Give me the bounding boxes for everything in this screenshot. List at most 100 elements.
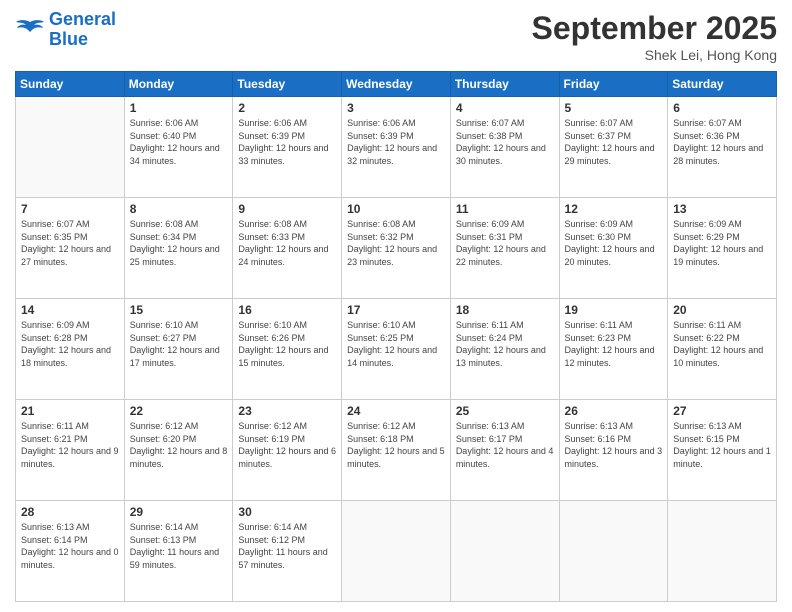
calendar-cell [559,501,668,602]
day-number: 24 [347,404,445,418]
sunrise-text: Sunrise: 6:13 AM [21,521,119,534]
daylight-text: Daylight: 12 hours and 28 minutes. [673,142,771,167]
header-thursday: Thursday [450,72,559,97]
header-wednesday: Wednesday [342,72,451,97]
sunrise-text: Sunrise: 6:09 AM [673,218,771,231]
sunset-text: Sunset: 6:37 PM [565,130,663,143]
day-info: Sunrise: 6:09 AMSunset: 6:29 PMDaylight:… [673,218,771,268]
calendar-cell: 18 Sunrise: 6:11 AMSunset: 6:24 PMDayligh… [450,299,559,400]
daylight-text: Daylight: 12 hours and 17 minutes. [130,344,228,369]
calendar-cell: 27Sunrise: 6:13 AMSunset: 6:15 PMDayligh… [668,400,777,501]
sunrise-text: Sunrise: 6:12 AM [347,420,445,433]
day-info: Sunrise: 6:06 AMSunset: 6:39 PMDaylight:… [347,117,445,167]
sunrise-text: Sunrise: 6:12 AM [238,420,336,433]
day-number: 2 [238,101,336,115]
sunset-text: Sunset: 6:39 PM [238,130,336,143]
day-info: Sunrise: 6:10 AMSunset: 6:26 PMDaylight:… [238,319,336,369]
sunrise-text: Sunrise: 6:10 AM [130,319,228,332]
sunset-text: Sunset: 6:36 PM [673,130,771,143]
sunset-text: Sunset: 6:33 PM [238,231,336,244]
sunset-text: Sunset: 6:16 PM [565,433,663,446]
calendar-cell: 19Sunrise: 6:11 AMSunset: 6:23 PMDayligh… [559,299,668,400]
daylight-text: Daylight: 12 hours and 10 minutes. [673,344,771,369]
sunset-text: Sunset: 6:13 PM [130,534,228,547]
day-number: 9 [238,202,336,216]
sunset-text: Sunset: 6:38 PM [456,130,554,143]
sunrise-text: Sunrise: 6:11 AM [456,319,554,332]
sunset-text: Sunset: 6:20 PM [130,433,228,446]
sunset-text: Sunset: 6:15 PM [673,433,771,446]
day-number: 4 [456,101,554,115]
calendar-week-3: 21Sunrise: 6:11 AMSunset: 6:21 PMDayligh… [16,400,777,501]
daylight-text: Daylight: 12 hours and 33 minutes. [238,142,336,167]
day-info: Sunrise: 6:07 AMSunset: 6:35 PMDaylight:… [21,218,119,268]
daylight-text: Daylight: 12 hours and 29 minutes. [565,142,663,167]
day-info: Sunrise: 6:12 AMSunset: 6:20 PMDaylight:… [130,420,228,470]
calendar-cell: 20Sunrise: 6:11 AMSunset: 6:22 PMDayligh… [668,299,777,400]
calendar-cell: 12Sunrise: 6:09 AMSunset: 6:30 PMDayligh… [559,198,668,299]
day-info: Sunrise: 6:07 AMSunset: 6:38 PMDaylight:… [456,117,554,167]
sunrise-text: Sunrise: 6:07 AM [565,117,663,130]
sunset-text: Sunset: 6:19 PM [238,433,336,446]
calendar-cell [450,501,559,602]
calendar-cell [16,97,125,198]
sunrise-text: Sunrise: 6:12 AM [130,420,228,433]
day-number: 23 [238,404,336,418]
sunrise-text: Sunrise: 6:11 AM [565,319,663,332]
location: Shek Lei, Hong Kong [532,47,777,63]
sunrise-text: Sunrise: 6:06 AM [130,117,228,130]
day-info: Sunrise: 6:12 AMSunset: 6:18 PMDaylight:… [347,420,445,470]
daylight-text: Daylight: 12 hours and 30 minutes. [456,142,554,167]
sunrise-text: Sunrise: 6:07 AM [21,218,119,231]
calendar-cell: 24 Sunrise: 6:12 AMSunset: 6:18 PMDayligh… [342,400,451,501]
sunrise-text: Sunrise: 6:07 AM [673,117,771,130]
sunset-text: Sunset: 6:21 PM [21,433,119,446]
day-info: Sunrise: 6:13 AMSunset: 6:16 PMDaylight:… [565,420,663,470]
sunrise-text: Sunrise: 6:14 AM [130,521,228,534]
calendar-cell: 6Sunrise: 6:07 AMSunset: 6:36 PMDaylight… [668,97,777,198]
sunset-text: Sunset: 6:24 PM [456,332,554,345]
sunset-text: Sunset: 6:29 PM [673,231,771,244]
sunset-text: Sunset: 6:27 PM [130,332,228,345]
daylight-text: Daylight: 12 hours and 23 minutes. [347,243,445,268]
daylight-text: Daylight: 12 hours and 25 minutes. [130,243,228,268]
day-number: 28 [21,505,119,519]
day-info: Sunrise: 6:07 AMSunset: 6:36 PMDaylight:… [673,117,771,167]
calendar-cell: 4 Sunrise: 6:07 AMSunset: 6:38 PMDaylight… [450,97,559,198]
sunset-text: Sunset: 6:30 PM [565,231,663,244]
calendar-week-0: 1Sunrise: 6:06 AMSunset: 6:40 PMDaylight… [16,97,777,198]
daylight-text: Daylight: 12 hours and 22 minutes. [456,243,554,268]
calendar-week-2: 14Sunrise: 6:09 AMSunset: 6:28 PMDayligh… [16,299,777,400]
month-title: September 2025 [532,10,777,47]
calendar-cell: 22 Sunrise: 6:12 AMSunset: 6:20 PMDayligh… [124,400,233,501]
daylight-text: Daylight: 12 hours and 13 minutes. [456,344,554,369]
sunrise-text: Sunrise: 6:09 AM [456,218,554,231]
day-info: Sunrise: 6:13 AMSunset: 6:17 PMDaylight:… [456,420,554,470]
day-number: 22 [130,404,228,418]
day-number: 20 [673,303,771,317]
daylight-text: Daylight: 11 hours and 59 minutes. [130,546,228,571]
calendar-cell: 11Sunrise: 6:09 AMSunset: 6:31 PMDayligh… [450,198,559,299]
calendar-cell: 25Sunrise: 6:13 AMSunset: 6:17 PMDayligh… [450,400,559,501]
weekday-header-row: Sunday Monday Tuesday Wednesday Thursday… [16,72,777,97]
sunset-text: Sunset: 6:35 PM [21,231,119,244]
title-block: September 2025 Shek Lei, Hong Kong [532,10,777,63]
header-saturday: Saturday [668,72,777,97]
daylight-text: Daylight: 12 hours and 8 minutes. [130,445,228,470]
calendar-cell: 26 Sunrise: 6:13 AMSunset: 6:16 PMDayligh… [559,400,668,501]
sunset-text: Sunset: 6:17 PM [456,433,554,446]
calendar-cell: 21Sunrise: 6:11 AMSunset: 6:21 PMDayligh… [16,400,125,501]
day-number: 14 [21,303,119,317]
day-info: Sunrise: 6:13 AMSunset: 6:15 PMDaylight:… [673,420,771,470]
calendar-cell: 16Sunrise: 6:10 AMSunset: 6:26 PMDayligh… [233,299,342,400]
day-info: Sunrise: 6:11 AMSunset: 6:21 PMDaylight:… [21,420,119,470]
sunset-text: Sunset: 6:23 PM [565,332,663,345]
daylight-text: Daylight: 12 hours and 14 minutes. [347,344,445,369]
calendar-cell: 7Sunrise: 6:07 AMSunset: 6:35 PMDaylight… [16,198,125,299]
daylight-text: Daylight: 12 hours and 27 minutes. [21,243,119,268]
day-number: 26 [565,404,663,418]
calendar-cell [668,501,777,602]
day-info: Sunrise: 6:10 AMSunset: 6:27 PMDaylight:… [130,319,228,369]
day-number: 18 [456,303,554,317]
calendar-cell: 29Sunrise: 6:14 AMSunset: 6:13 PMDayligh… [124,501,233,602]
